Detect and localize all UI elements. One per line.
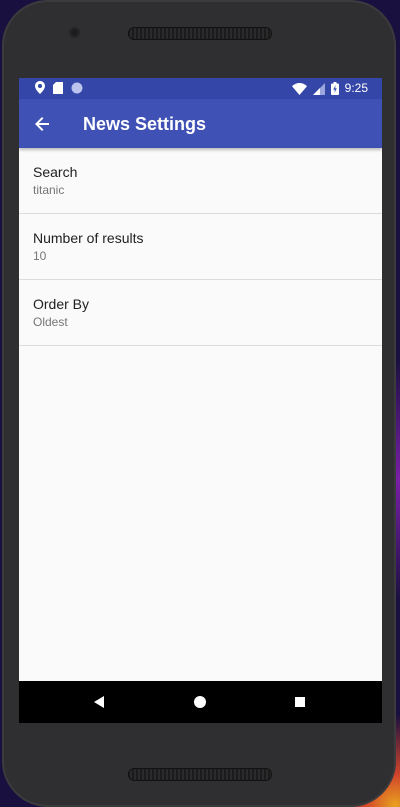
status-bar: 9:25	[19, 78, 382, 99]
preference-title: Number of results	[33, 230, 144, 246]
home-circle-icon	[194, 696, 206, 708]
preference-summary: 10	[33, 249, 47, 263]
preference-search[interactable]: Search titanic	[19, 148, 382, 214]
battery-icon	[330, 82, 339, 95]
preference-number-of-results[interactable]: Number of results 10	[19, 214, 382, 280]
page-title: News Settings	[83, 114, 207, 134]
preference-order-by[interactable]: Order By Oldest	[19, 280, 382, 346]
arrow-back-icon	[35, 117, 49, 131]
back-button[interactable]	[29, 111, 55, 137]
preference-summary: titanic	[33, 183, 65, 197]
preferences-list: Search titanic Number of results 10 Orde…	[19, 148, 382, 346]
sd-card-icon	[53, 81, 63, 94]
signal-icon	[312, 82, 325, 95]
back-triangle-icon	[94, 696, 104, 708]
preference-title: Search	[33, 164, 78, 180]
location-pin-icon	[35, 81, 45, 94]
preference-title: Order By	[33, 296, 90, 312]
top-speaker	[128, 27, 272, 40]
phone-frame: 9:25 News Settings Search titanic Number…	[2, 0, 396, 807]
screen: 9:25 News Settings Search titanic Number…	[19, 78, 382, 723]
bottom-speaker	[128, 768, 272, 781]
status-time: 9:25	[344, 81, 368, 95]
navigation-bar	[19, 681, 382, 723]
wifi-icon	[291, 82, 307, 95]
nav-home-button[interactable]	[190, 692, 210, 712]
preference-summary: Oldest	[33, 315, 68, 329]
circle-icon	[71, 82, 83, 93]
app-bar: News Settings	[19, 99, 382, 148]
nav-back-button[interactable]	[89, 692, 109, 712]
front-camera	[69, 27, 80, 38]
recents-square-icon	[295, 697, 305, 707]
nav-recents-button[interactable]	[290, 692, 310, 712]
